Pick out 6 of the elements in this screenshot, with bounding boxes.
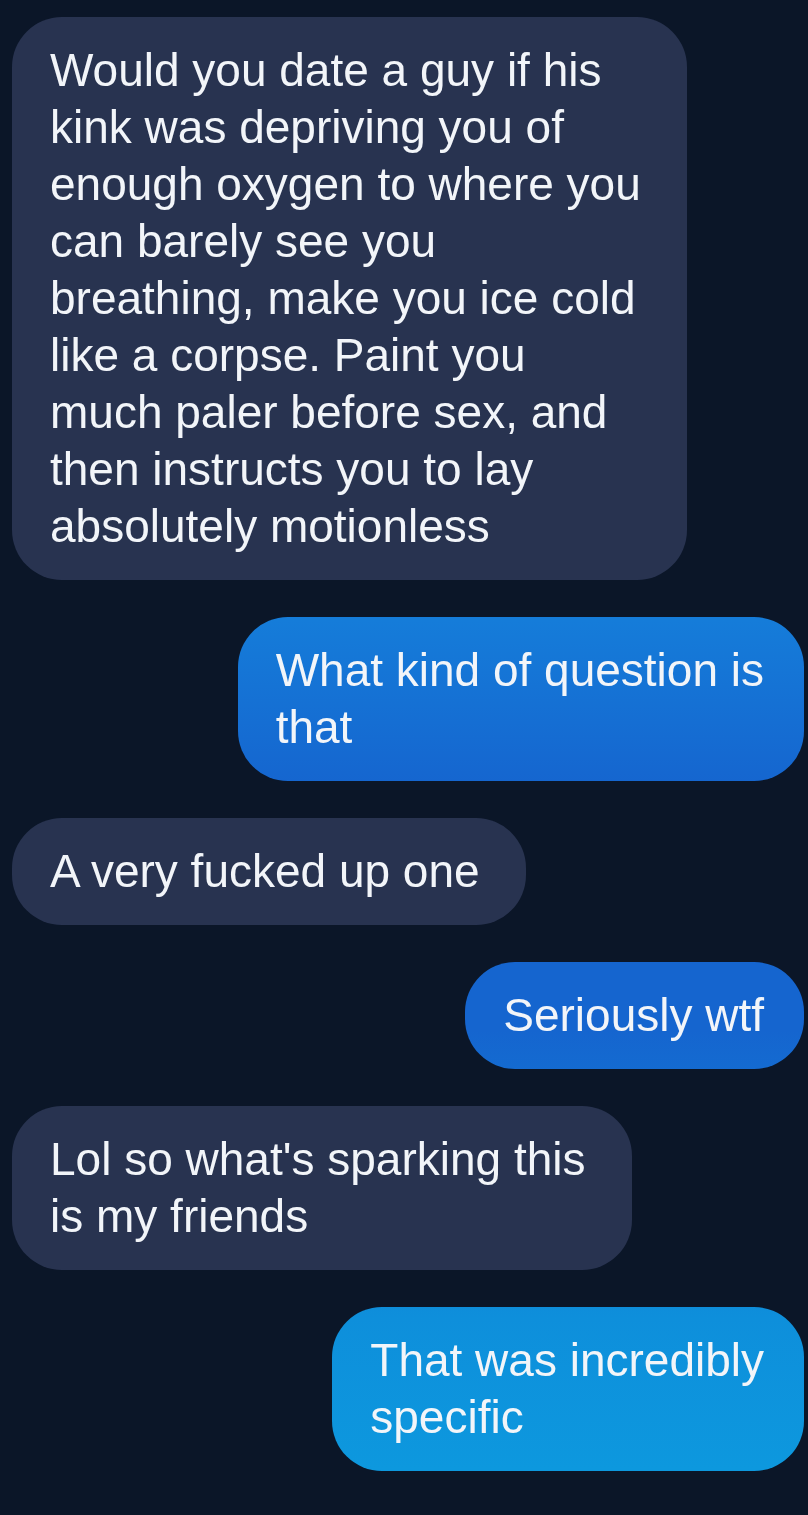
message-text: A very fucked up one <box>50 844 480 899</box>
message-text: Would you date a guy if his kink was depriving you of enough oxygen to where you can barely see you breathing, make you ice cold like a corpse. Paint you much paler before sex, and then instructs you to lay absolutely motionless <box>50 43 641 554</box>
message-text: What kind of question is that <box>275 643 764 755</box>
message-text: Seriously wtf <box>503 988 764 1043</box>
message-text: That was incredibly specific <box>370 1333 764 1445</box>
message-text: Lol so what's sparking this is my friends <box>50 1132 586 1244</box>
